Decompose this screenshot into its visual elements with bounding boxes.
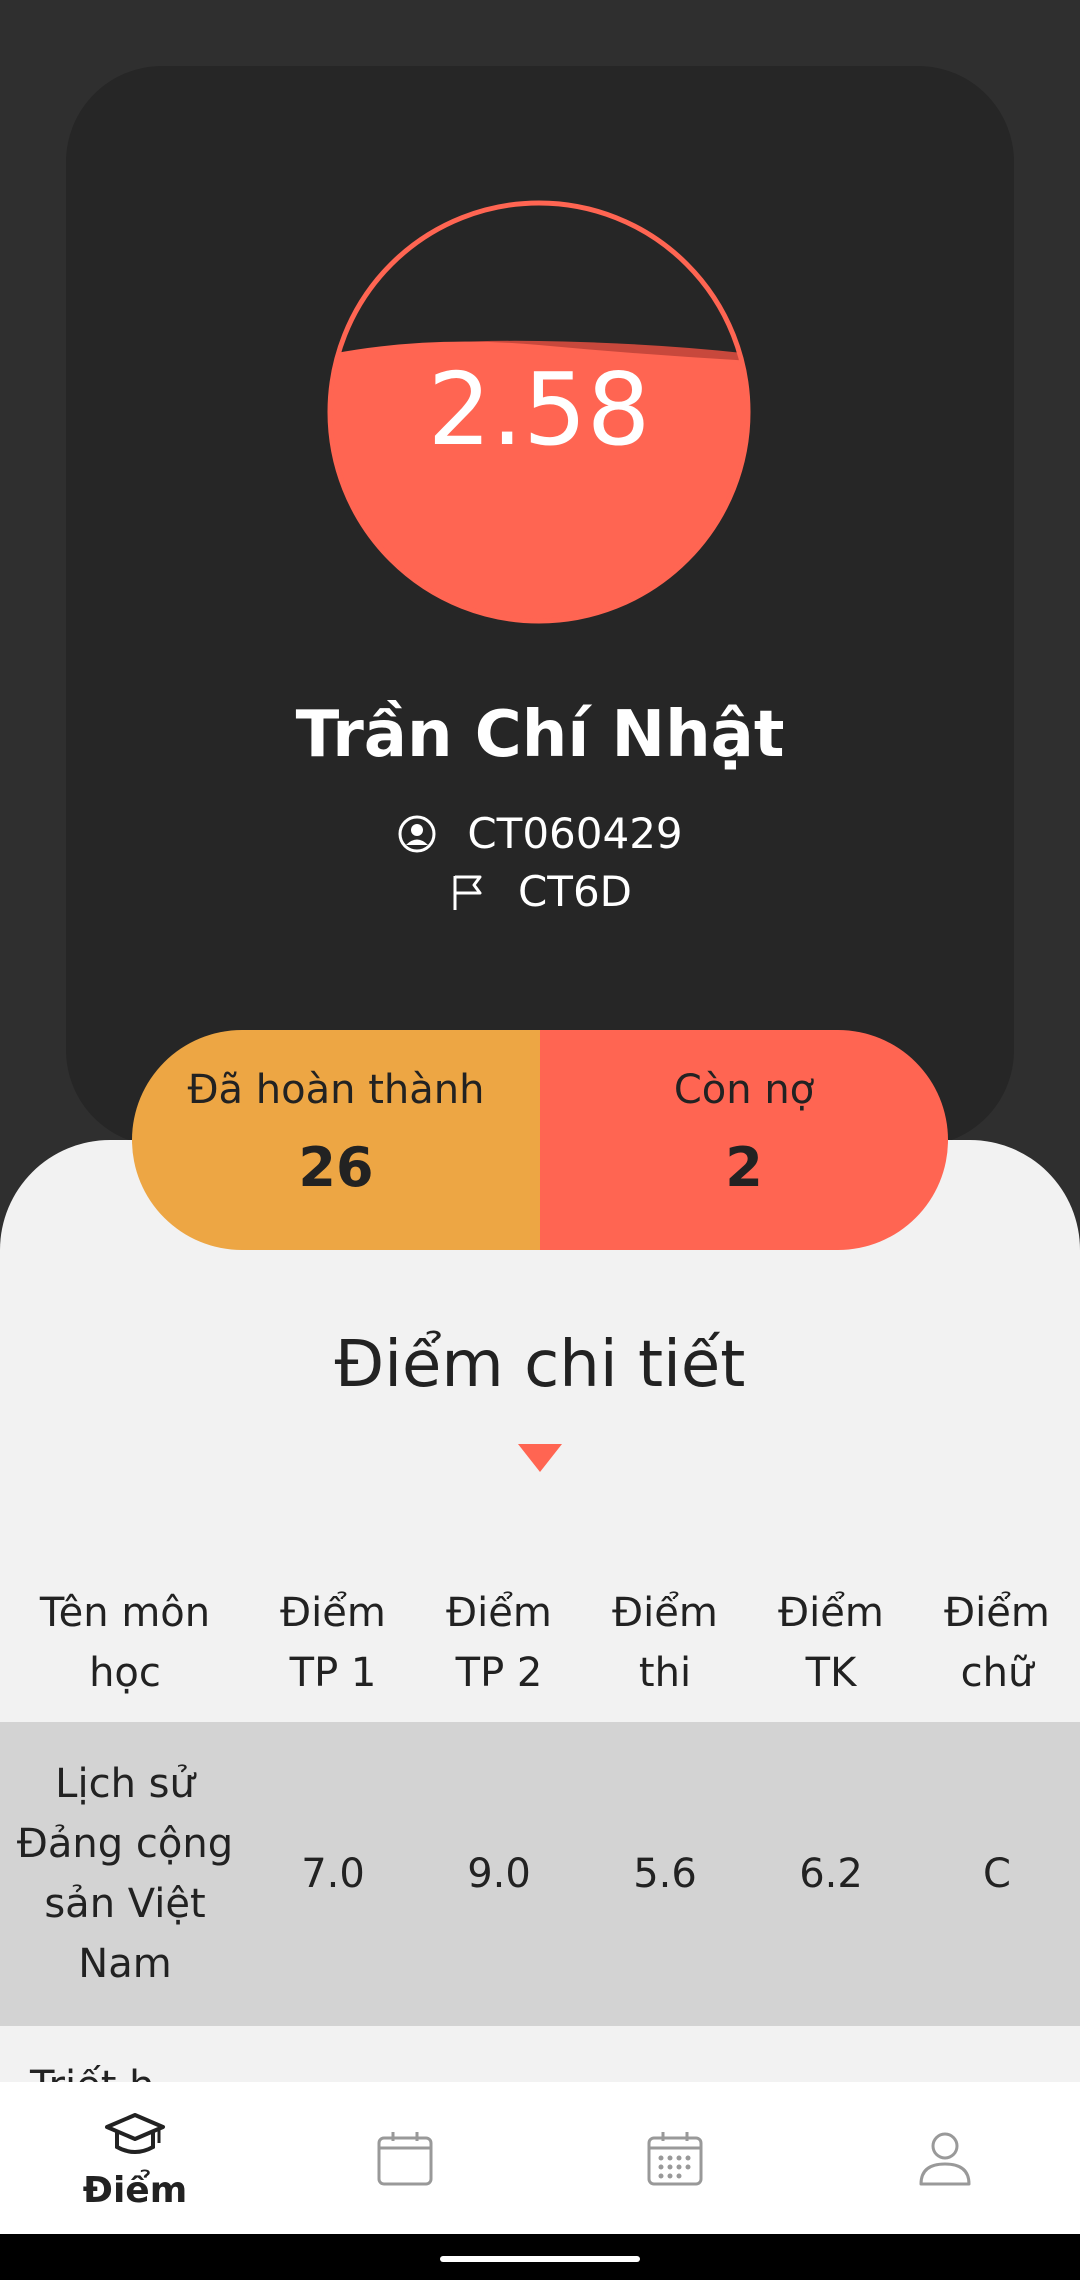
header-exam: Điểm thi [612,1589,718,1696]
nav-schedule[interactable] [540,2082,810,2234]
class-row: CT6D [0,862,1080,922]
class-name: CT6D [517,867,633,916]
header-subject: Tên môn học [39,1589,211,1696]
completed-stat: Đã hoàn thành 26 [132,1030,540,1250]
section-title: Điểm chi tiết [334,1328,746,1402]
calendar-blank-icon [377,2132,433,2186]
user-circle-icon [398,815,436,853]
header-total: Điểm TK [778,1589,884,1696]
table-header: Tên môn học Điểm TP 1 Điểm TP 2 Điểm thi… [0,1565,1080,1720]
table-row[interactable]: Lịch sử Đảng cộng sản Việt Nam 7.0 9.0 5… [0,1722,1080,2026]
header-tp2: Điểm TP 2 [446,1589,552,1696]
user-icon [919,2132,971,2186]
nav-calendar[interactable] [270,2082,540,2234]
table-row[interactable]: Triết h [0,2026,1080,2086]
score-tp2: 9.0 [467,1851,531,1897]
completed-label: Đã hoàn thành [187,1067,485,1113]
calendar-grid-icon [647,2132,703,2186]
debt-stat: Còn nợ 2 [540,1030,948,1250]
gesture-area [0,2234,1080,2280]
credit-stats: Đã hoàn thành 26 Còn nợ 2 [132,1030,948,1250]
nav-profile[interactable] [810,2082,1080,2234]
flag-icon [453,875,482,910]
score-letter: C [983,1851,1011,1897]
caret-down-icon[interactable] [518,1444,562,1474]
debt-value: 2 [725,1136,763,1199]
completed-value: 26 [298,1136,374,1199]
graduation-cap-icon [105,2113,165,2154]
subject-name: Lịch sử Đảng cộng sản Việt Nam [16,1761,234,1987]
student-id-row: CT060429 [0,804,1080,864]
nav-grades[interactable]: Điểm [0,2082,270,2234]
nav-grades-label: Điểm [82,2170,188,2211]
bottom-nav: Điểm [0,2082,1080,2234]
student-id: CT060429 [467,809,683,858]
score-tp1: 7.0 [301,1851,365,1897]
student-name: Trần Chí Nhật [295,698,785,772]
header-letter: Điểm chữ [944,1589,1050,1696]
debt-label: Còn nợ [673,1067,815,1113]
score-total: 6.2 [799,1851,863,1897]
header-tp1: Điểm TP 1 [280,1589,386,1696]
gpa-value: 2.58 [427,351,651,468]
score-exam: 5.6 [633,1851,697,1897]
home-indicator[interactable] [440,2256,640,2262]
